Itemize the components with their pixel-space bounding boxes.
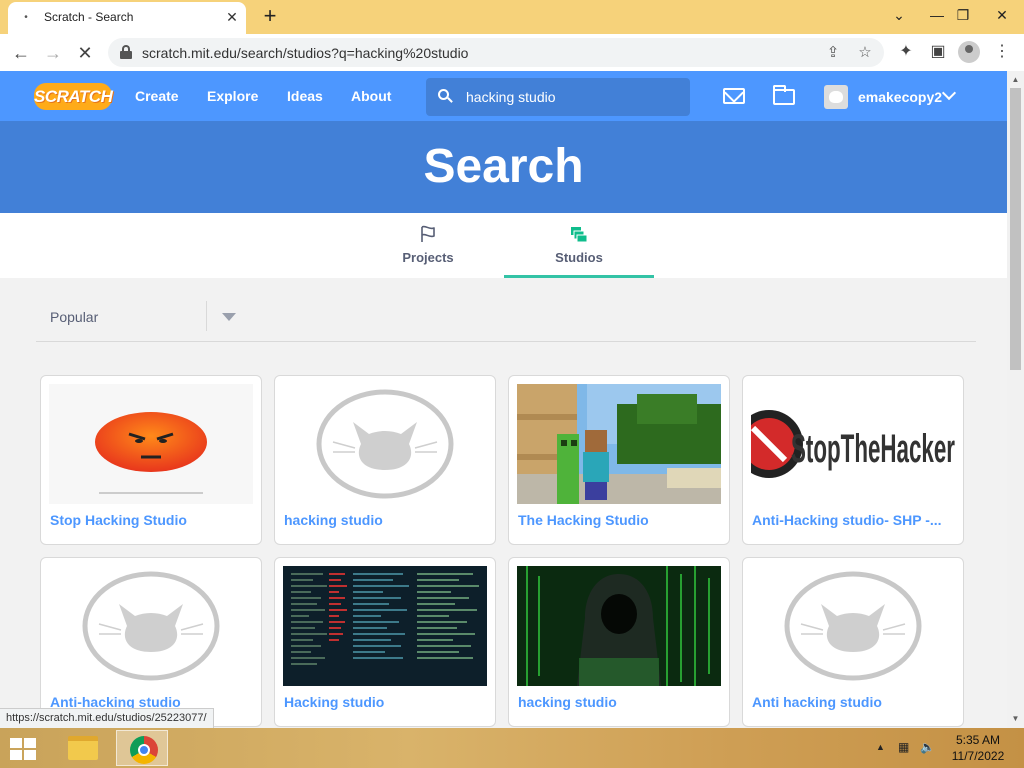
studio-card[interactable]: Anti hacking studio [742, 557, 964, 727]
network-icon[interactable]: ▦ [898, 740, 909, 754]
studio-icon [571, 227, 588, 243]
link-status-bubble: https://scratch.mit.edu/studios/25223077… [0, 708, 214, 728]
scroll-down-arrow-icon[interactable]: ▼ [1010, 713, 1021, 725]
scratch-navbar: SCRATCH Create Explore Ideas About hacki… [0, 71, 1007, 121]
studio-thumbnail-minecraft[interactable] [517, 384, 721, 504]
scrollbar-thumb[interactable] [1010, 88, 1021, 370]
menu-kebab-icon[interactable]: ⋮ [990, 40, 1014, 64]
avatar[interactable] [824, 85, 848, 109]
messages-icon[interactable] [723, 88, 745, 104]
chrome-icon [130, 736, 158, 764]
search-banner: Search [0, 121, 1007, 213]
studio-title[interactable]: Anti hacking studio [752, 694, 956, 710]
scroll-up-arrow-icon[interactable]: ▲ [1010, 74, 1021, 86]
sort-selected-value[interactable]: Popular [50, 309, 98, 325]
page-title: Search [423, 140, 584, 193]
address-bar[interactable]: scratch.mit.edu/search/studios?q=hacking… [108, 38, 884, 67]
windows-taskbar: ▲ ▦ 🔈 5:35 AM 11/7/2022 [0, 728, 1024, 768]
search-input-value[interactable]: hacking studio [466, 89, 556, 105]
tab-title: Scratch - Search [44, 10, 134, 24]
close-window-button[interactable]: ✕ [980, 0, 1024, 30]
bookmark-star-icon[interactable]: ☆ [854, 42, 876, 64]
forward-arrow-icon[interactable]: → [40, 40, 66, 66]
tab-projects[interactable]: Projects [353, 213, 503, 278]
nav-about-link[interactable]: About [351, 88, 391, 104]
lock-icon[interactable] [120, 45, 132, 59]
volume-icon[interactable]: 🔈 [920, 740, 935, 754]
flag-icon [421, 225, 435, 242]
taskbar-chrome[interactable] [116, 730, 168, 766]
nav-create-link[interactable]: Create [135, 88, 179, 104]
studio-title[interactable]: Stop Hacking Studio [50, 512, 254, 528]
taskbar-clock[interactable]: 5:35 AM 11/7/2022 [948, 732, 1008, 764]
caret-down-icon[interactable] [222, 313, 236, 321]
stopthehacker-logo-text: StopTheHacker [791, 427, 955, 471]
studio-thumbnail-angry-face[interactable] [49, 384, 253, 504]
studio-thumbnail-default-cat[interactable] [751, 566, 955, 686]
dropdown-divider [206, 301, 207, 331]
search-input[interactable]: hacking studio [426, 78, 690, 116]
studio-thumbnail-hooded-hacker[interactable] [517, 566, 721, 686]
back-arrow-icon[interactable]: ← [8, 40, 34, 66]
studio-title[interactable]: The Hacking Studio [518, 512, 722, 528]
studio-card[interactable]: The Hacking Studio [508, 375, 730, 545]
restore-button[interactable]: ❐ [944, 0, 982, 30]
sort-dropdown[interactable]: Popular [36, 298, 976, 342]
search-icon [438, 89, 453, 103]
new-tab-button[interactable]: + [258, 4, 282, 28]
folder-icon [68, 736, 98, 760]
studio-card[interactable]: Hacking studio [274, 557, 496, 727]
side-panel-icon[interactable]: ▣ [926, 40, 950, 64]
profile-icon[interactable] [958, 41, 980, 63]
studio-card[interactable]: hacking studio [508, 557, 730, 727]
clock-date: 11/7/2022 [951, 749, 1005, 763]
studio-card[interactable]: hacking studio [274, 375, 496, 545]
search-tabs: Projects Studios [0, 213, 1007, 278]
extensions-icon[interactable]: ✦ [894, 40, 918, 64]
tab-search-button[interactable]: ⌄ [880, 0, 918, 30]
tab-studios[interactable]: Studios [504, 213, 654, 278]
username-label[interactable]: emakecopy2 [858, 89, 942, 105]
studio-card[interactable]: Stop Hacking Studio [40, 375, 262, 545]
share-icon[interactable]: ⇪ [822, 42, 844, 64]
stop-loading-icon[interactable]: ✕ [72, 40, 98, 66]
close-tab-button[interactable]: ✕ [224, 9, 240, 25]
studio-card[interactable]: Anti-hacking studio [40, 557, 262, 727]
scratch-logo[interactable]: SCRATCH [34, 83, 113, 110]
studio-title[interactable]: hacking studio [284, 512, 488, 528]
clock-time: 5:35 AM [955, 733, 1001, 747]
studio-thumbnail-code-screen[interactable] [283, 566, 487, 686]
my-stuff-folder-icon[interactable] [773, 85, 795, 105]
tab-studios-label: Studios [555, 250, 603, 265]
studio-title[interactable]: Hacking studio [284, 694, 488, 710]
url-text[interactable]: scratch.mit.edu/search/studios?q=hacking… [142, 45, 468, 61]
studio-thumbnail-stopthehacker[interactable]: StopTheHacker [751, 384, 955, 504]
taskbar-file-explorer[interactable] [56, 730, 108, 766]
browser-title-bar: • Scratch - Search ✕ + ⌄ — ❐ ✕ [0, 0, 1024, 34]
favicon-icon: • [24, 12, 28, 23]
studio-title[interactable]: hacking studio [518, 694, 722, 710]
tab-projects-label: Projects [402, 250, 454, 265]
browser-toolbar: ← → ✕ scratch.mit.edu/search/studios?q=h… [0, 34, 1024, 71]
show-hidden-icons-icon[interactable]: ▲ [876, 742, 885, 752]
nav-ideas-link[interactable]: Ideas [287, 88, 323, 104]
studio-card[interactable]: StopTheHacker Anti-Hacking studio- SHP -… [742, 375, 964, 545]
studio-thumbnail-default-cat[interactable] [49, 566, 253, 686]
browser-tab[interactable]: • Scratch - Search ✕ [8, 2, 246, 34]
nav-explore-link[interactable]: Explore [207, 88, 258, 104]
studio-thumbnail-default-cat[interactable] [283, 384, 487, 504]
windows-start-icon[interactable] [10, 738, 38, 760]
studio-title[interactable]: Anti-Hacking studio- SHP -... [752, 512, 956, 528]
